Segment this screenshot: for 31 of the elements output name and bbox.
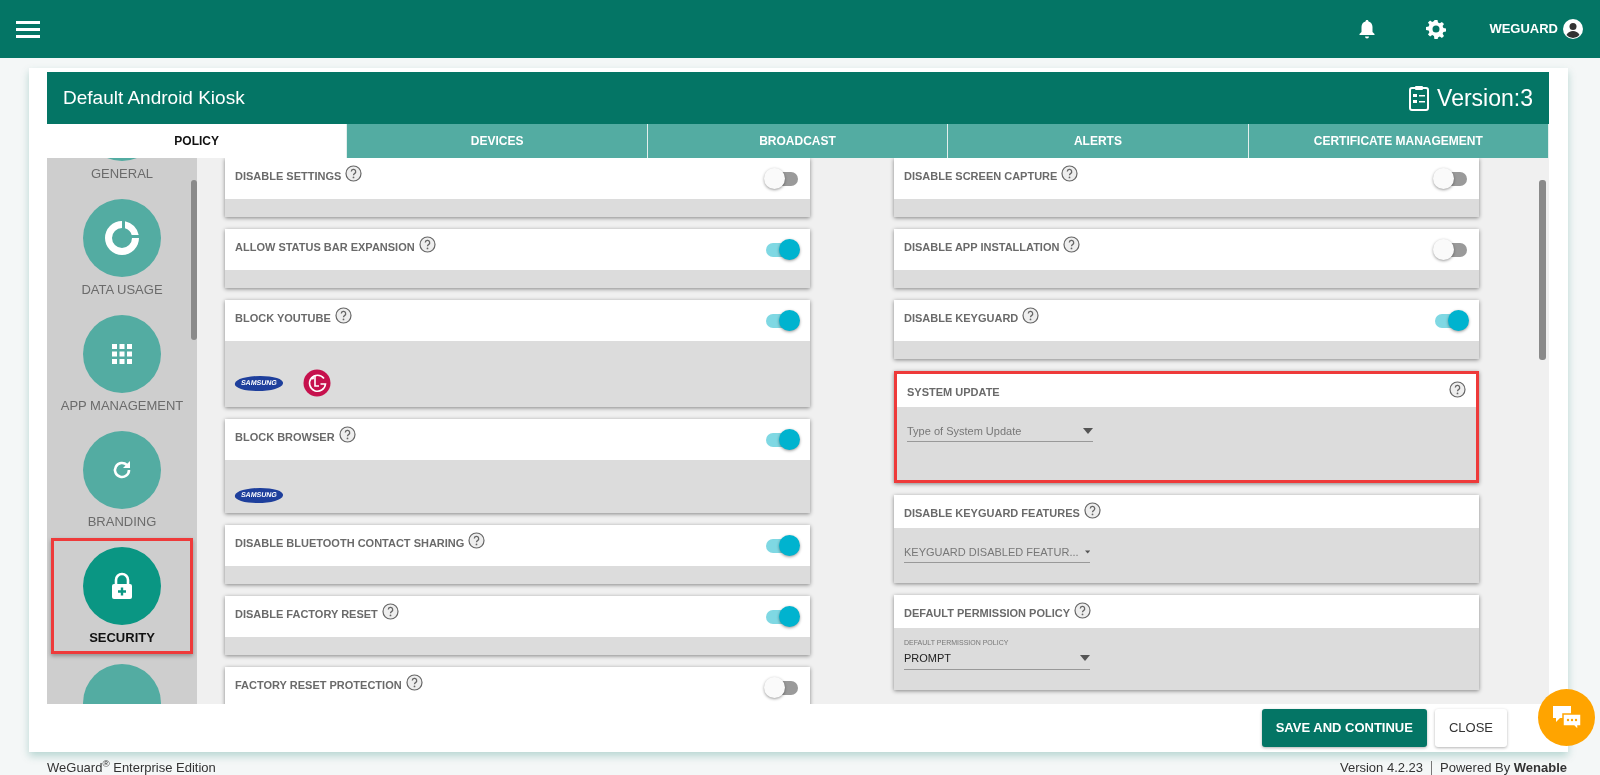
edition-text: WeGuard$^{®}$ Enterprise Edition — [47, 758, 216, 775]
tab[interactable]: CERTIFICATE MANAGEMENT — [1248, 124, 1550, 158]
sidebar-item[interactable]: APP MANAGEMENT — [51, 306, 193, 422]
policy-label: DISABLE SCREEN CAPTURE — [904, 169, 1058, 184]
policy-label: BLOCK BROWSER — [235, 430, 335, 445]
dropdown-field[interactable]: Type of System Update — [907, 422, 1093, 442]
sidebar-item[interactable]: SECURITY — [51, 538, 193, 654]
save-button[interactable]: SAVE AND CONTINUE — [1261, 709, 1427, 747]
policy-label: DISABLE KEYGUARD — [904, 311, 1019, 326]
policy-label: DISABLE SETTINGS — [235, 169, 342, 184]
policy-label: DISABLE BLUETOOTH CONTACT SHARING — [235, 535, 465, 551]
policy-label: SYSTEM UPDATE — [907, 385, 1000, 400]
tab[interactable]: ALERTS — [948, 124, 1249, 158]
policy-label: DISABLE FACTORY RESET — [235, 606, 378, 622]
policy-label: DISABLE KEYGUARD FEATURES — [904, 506, 1080, 521]
tab[interactable]: DEVICES — [347, 124, 648, 158]
version-text: Version 4.2.23 — [1339, 759, 1424, 775]
powered-by-text: Powered By Wenable — [1440, 759, 1567, 775]
sidebar-item[interactable]: DATA USAGE — [51, 190, 193, 306]
user-name[interactable]: WEGUARD — [1489, 19, 1558, 39]
sidebar-item[interactable]: BRANDING — [51, 422, 193, 538]
version-label: Version:3 — [1437, 83, 1533, 113]
policy-label: ALLOW STATUS BAR EXPANSION — [235, 240, 415, 255]
dropdown-field[interactable]: KEYGUARD DISABLED FEATUR... — [904, 543, 1090, 563]
close-button[interactable]: CLOSE — [1434, 709, 1507, 747]
policy-label: FACTORY RESET PROTECTION — [235, 677, 402, 693]
panel-title: Default Android Kiosk — [63, 85, 245, 110]
policy-label: DEFAULT PERMISSION POLICY — [904, 606, 1071, 621]
policy-label: DISABLE APP INSTALLATION — [904, 240, 1060, 255]
tab[interactable]: BROADCAST — [647, 124, 949, 158]
policy-label: BLOCK YOUTUBE — [235, 311, 331, 326]
